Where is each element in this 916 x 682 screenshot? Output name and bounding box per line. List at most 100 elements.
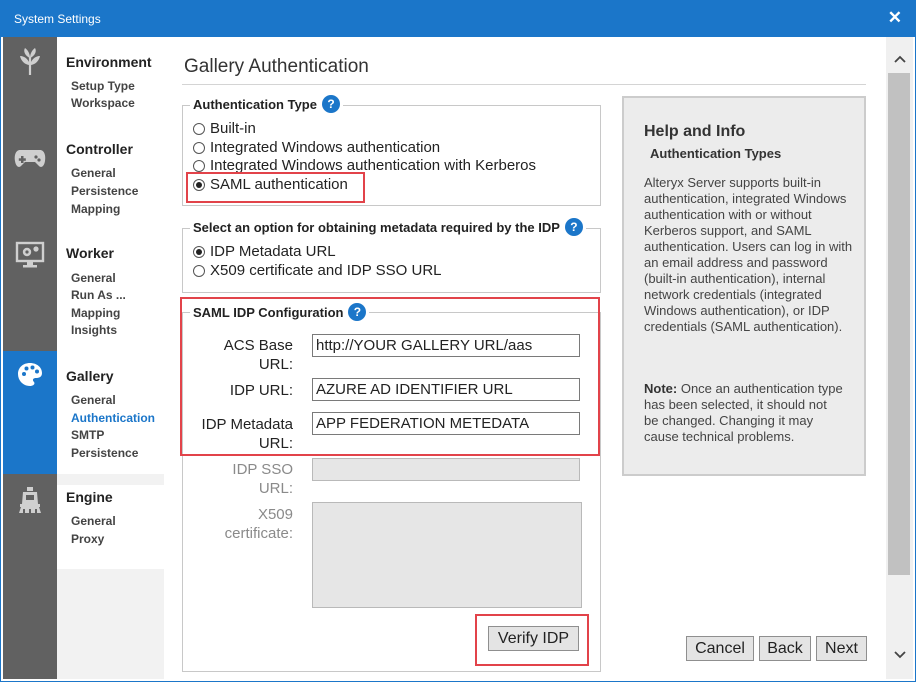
next-button[interactable]: Next xyxy=(816,636,867,661)
x509-certificate-label-line2: certificate: xyxy=(224,525,293,542)
help-panel: Help and Info Authentication Types Alter… xyxy=(622,96,866,476)
radio-built-in[interactable]: Built-in xyxy=(193,120,256,137)
nav-group-engine: Engine General Proxy xyxy=(57,485,164,569)
idp-sso-url-input xyxy=(312,458,580,481)
metadata-option-group xyxy=(182,228,601,293)
gallery-icon-tab[interactable] xyxy=(3,351,57,474)
radio-idp-metadata-url[interactable]: IDP Metadata URL xyxy=(193,243,336,260)
radio-saml-authentication[interactable]: SAML authentication xyxy=(193,176,348,193)
help-note: Note: Once an authentication type has be… xyxy=(644,381,844,445)
sidebar-item-worker-run-as[interactable]: Run As ... xyxy=(71,288,126,302)
x509-certificate-label: X509 certificate: xyxy=(182,505,293,543)
help-question-icon[interactable]: ? xyxy=(564,218,583,236)
radio-built-in-label: Built-in xyxy=(210,120,256,137)
idp-metadata-url-label-line1: IDP Metadata xyxy=(201,416,293,433)
sidebar-item-workspace[interactable]: Workspace xyxy=(71,96,135,110)
acs-base-url-input[interactable] xyxy=(312,334,580,357)
window-title: System Settings xyxy=(14,12,101,26)
controller-icon-tab[interactable] xyxy=(3,137,57,237)
auth-type-legend: Authentication Type ? xyxy=(190,95,343,113)
sidebar-item-worker-mapping[interactable]: Mapping xyxy=(71,306,120,320)
idp-metadata-url-label: IDP Metadata URL: xyxy=(182,415,293,453)
chevron-down-icon[interactable] xyxy=(886,645,913,665)
monitor-gear-icon xyxy=(15,241,45,351)
sidebar-item-gallery-persistence[interactable]: Persistence xyxy=(71,446,138,460)
radio-idp-metadata-url-label: IDP Metadata URL xyxy=(210,243,336,260)
help-question-icon[interactable]: ? xyxy=(321,95,340,113)
idp-url-input[interactable] xyxy=(312,378,580,401)
help-body: Alteryx Server supports built-in authent… xyxy=(644,175,853,334)
sidebar-item-setup-type[interactable]: Setup Type xyxy=(71,79,135,93)
sidebar-item-controller-persistence[interactable]: Persistence xyxy=(71,184,138,198)
radio-circle-icon xyxy=(193,141,205,154)
nav-heading-engine[interactable]: Engine xyxy=(66,489,113,505)
title-divider xyxy=(182,84,866,85)
idp-sso-url-label-line1: IDP SSO xyxy=(232,461,293,478)
nav-heading-controller[interactable]: Controller xyxy=(66,141,133,157)
radio-circle-icon xyxy=(193,264,205,277)
acs-base-url-label: ACS Base URL: xyxy=(182,336,293,374)
nav-heading-gallery[interactable]: Gallery xyxy=(66,368,113,384)
saml-config-legend: SAML IDP Configuration ? xyxy=(190,303,370,321)
sidebar-item-controller-mapping[interactable]: Mapping xyxy=(71,202,120,216)
sidebar-item-worker-general[interactable]: General xyxy=(71,271,116,285)
help-question-icon[interactable]: ? xyxy=(348,303,367,321)
chevron-up-icon[interactable] xyxy=(886,49,913,69)
close-icon[interactable]: ✕ xyxy=(888,8,902,28)
sidebar-item-engine-proxy[interactable]: Proxy xyxy=(71,532,104,546)
title-bar: System Settings ✕ xyxy=(0,0,916,37)
sidebar-item-worker-insights[interactable]: Insights xyxy=(71,323,117,337)
back-button[interactable]: Back xyxy=(759,636,811,661)
radio-integrated-windows-kerberos[interactable]: Integrated Windows authentication with K… xyxy=(193,157,536,174)
sidebar-item-gallery-smtp[interactable]: SMTP xyxy=(71,428,104,442)
idp-url-label: IDP URL: xyxy=(229,382,293,399)
nav-heading-environment[interactable]: Environment xyxy=(66,54,152,70)
radio-selected-icon xyxy=(193,178,205,191)
metadata-option-legend: Select an option for obtaining metadata … xyxy=(190,218,586,236)
radio-circle-icon xyxy=(193,159,205,172)
leaf-icon xyxy=(17,47,43,137)
cancel-button[interactable]: Cancel xyxy=(686,636,754,661)
nav-group-worker: Worker General Run As ... Mapping Insigh… xyxy=(57,237,164,351)
radio-integrated-windows-label: Integrated Windows authentication xyxy=(210,139,441,156)
idp-sso-url-label-line2: URL: xyxy=(258,480,293,497)
scrollbar-thumb[interactable] xyxy=(888,73,910,575)
sidebar-item-controller-general[interactable]: General xyxy=(71,166,116,180)
radio-circle-icon xyxy=(193,122,205,135)
radio-saml-label: SAML authentication xyxy=(210,176,348,193)
idp-metadata-url-input[interactable] xyxy=(312,412,580,435)
nav-group-controller: Controller General Persistence Mapping xyxy=(57,129,164,237)
gamepad-icon xyxy=(14,147,46,237)
radio-integrated-windows[interactable]: Integrated Windows authentication xyxy=(193,139,440,156)
nav-group-environment: Environment Setup Type Workspace xyxy=(57,37,164,129)
sidebar-item-gallery-general[interactable]: General xyxy=(71,393,116,407)
radio-x509-label: X509 certificate and IDP SSO URL xyxy=(210,262,442,279)
auth-type-legend-text: Authentication Type xyxy=(193,96,317,112)
idp-metadata-url-label-line2: URL: xyxy=(258,435,293,452)
help-title: Help and Info xyxy=(644,123,746,140)
radio-kerberos-label: Integrated Windows authentication with K… xyxy=(210,157,537,174)
metadata-option-legend-text: Select an option for obtaining metadata … xyxy=(193,219,560,235)
help-subtitle: Authentication Types xyxy=(650,146,782,161)
idp-sso-url-label: IDP SSO URL: xyxy=(182,460,293,498)
page-title: Gallery Authentication xyxy=(184,56,369,77)
sidebar-item-engine-general[interactable]: General xyxy=(71,514,116,528)
vertical-scrollbar[interactable] xyxy=(886,37,913,679)
acs-base-url-label-line1: ACS Base xyxy=(223,337,293,354)
worker-icon-tab[interactable] xyxy=(3,237,57,351)
nav-heading-worker[interactable]: Worker xyxy=(66,245,114,261)
saml-config-legend-text: SAML IDP Configuration xyxy=(193,304,344,320)
train-icon xyxy=(18,486,42,679)
x509-certificate-label-line1: X509 xyxy=(257,506,293,523)
environment-icon-tab[interactable] xyxy=(3,37,57,137)
radio-x509-certificate[interactable]: X509 certificate and IDP SSO URL xyxy=(193,262,442,279)
help-note-label: Note: xyxy=(644,381,678,396)
acs-base-url-label-line2: URL: xyxy=(258,356,293,373)
x509-certificate-textarea xyxy=(312,502,582,608)
engine-icon-tab[interactable] xyxy=(3,474,57,679)
icon-bar xyxy=(3,37,57,679)
sidebar-item-gallery-authentication[interactable]: Authentication xyxy=(71,411,155,425)
palette-icon xyxy=(16,361,44,474)
verify-idp-button[interactable]: Verify IDP xyxy=(488,626,579,651)
radio-selected-icon xyxy=(193,245,205,258)
